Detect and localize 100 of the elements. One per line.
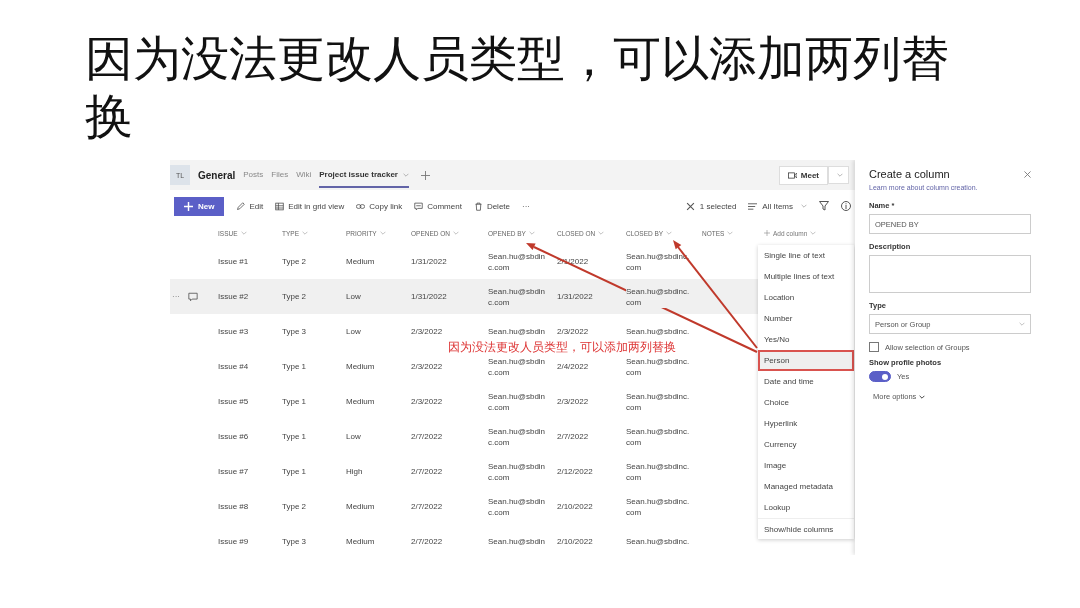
table-cell: Medium bbox=[346, 396, 375, 408]
table-cell: 2/7/2022 bbox=[411, 466, 443, 478]
annotation-text: 因为没法更改人员类型，可以添加两列替换 bbox=[448, 340, 676, 355]
table-cell-text: Sean.hu@sbdinc.com bbox=[626, 425, 691, 448]
chevron-icon bbox=[801, 204, 807, 209]
grid-icon bbox=[275, 201, 285, 211]
menu-item[interactable]: Location bbox=[758, 287, 854, 309]
menu-item[interactable]: Show/hide columns bbox=[758, 518, 854, 540]
table-cell: 2/3/2022 bbox=[411, 361, 443, 373]
table-cell-text: Sean.hu@sbdinc.com bbox=[626, 390, 691, 413]
menu-item[interactable]: Person bbox=[758, 350, 854, 372]
lines-icon bbox=[748, 201, 758, 211]
channel-tab[interactable]: Project issue tracker bbox=[319, 162, 409, 189]
menu-item[interactable]: Currency bbox=[758, 434, 854, 456]
table-cell-text: Sean.hu@sbdinc.com bbox=[626, 495, 691, 518]
info-icon[interactable] bbox=[841, 201, 851, 212]
table-cell: Type 2 bbox=[282, 256, 306, 268]
chevron-icon bbox=[837, 173, 843, 178]
menu-item[interactable]: Date and time bbox=[758, 371, 854, 393]
table-cell: Low bbox=[346, 326, 361, 338]
table-cell: Issue #7 bbox=[218, 466, 249, 478]
close-icon[interactable] bbox=[685, 201, 695, 211]
table-cell: Medium bbox=[346, 501, 375, 513]
comment-icon[interactable] bbox=[188, 291, 198, 302]
table-cell: 2/4/2022 bbox=[557, 361, 589, 373]
table-cell: 2/7/2022 bbox=[411, 536, 443, 548]
chevron-icon bbox=[240, 231, 247, 236]
chevron-icon bbox=[528, 231, 535, 236]
table-cell: Type 3 bbox=[282, 536, 306, 548]
selected-row[interactable]: ··· Issue #2 Type 2 Low 1/31/2022 Sean.hu@sbdinc.com 1/31/2022 Sean.hu@sbdinc.com bbox=[170, 279, 758, 315]
trash-icon bbox=[473, 201, 483, 211]
selected-count[interactable]: 1 selected bbox=[685, 201, 737, 211]
chevron-icon bbox=[727, 231, 734, 236]
menu-item[interactable]: Yes/No bbox=[758, 329, 854, 351]
more-actions-button[interactable]: ··· bbox=[522, 201, 530, 211]
link-icon bbox=[356, 201, 366, 211]
table-cell: Medium bbox=[346, 361, 375, 373]
table-cell: 2/10/2022 bbox=[557, 501, 593, 513]
description-field[interactable] bbox=[869, 255, 1031, 294]
table-cell: 2/12/2022 bbox=[557, 466, 593, 478]
table-cell: Issue #1 bbox=[218, 256, 249, 268]
chevron-icon bbox=[379, 231, 386, 236]
toolbar-button[interactable]: Copy link bbox=[356, 201, 403, 211]
plus-icon bbox=[764, 230, 770, 237]
table-cell: 2/3/2022 bbox=[557, 396, 589, 408]
menu-item[interactable]: Multiple lines of text bbox=[758, 266, 854, 288]
chevron-icon bbox=[810, 231, 817, 236]
menu-item[interactable]: Single line of text bbox=[758, 245, 854, 267]
table-cell-text: Sean.hu@sbdinc.com bbox=[488, 355, 547, 378]
view-selector[interactable]: All Items bbox=[748, 201, 807, 211]
filter-icon[interactable] bbox=[819, 201, 829, 212]
toolbar-button[interactable]: Edit in grid view bbox=[275, 201, 345, 211]
table-cell: Issue #9 bbox=[218, 536, 249, 548]
table-cell: Type 3 bbox=[282, 326, 306, 338]
chevron-icon bbox=[1019, 322, 1025, 327]
chevron-icon bbox=[453, 231, 459, 236]
table-cell-text: Sean.hu@sbdinc.com bbox=[626, 460, 691, 483]
table-cell: High bbox=[346, 466, 363, 478]
table-cell: Type 2 bbox=[282, 291, 306, 303]
menu-item[interactable]: Image bbox=[758, 455, 854, 477]
table-cell: 2/7/2022 bbox=[411, 501, 443, 513]
table-cell: 2/7/2022 bbox=[557, 431, 589, 443]
menu-item[interactable]: Hyperlink bbox=[758, 413, 854, 435]
table-cell: Type 2 bbox=[282, 501, 306, 513]
table-cell: 2/3/2022 bbox=[411, 396, 443, 408]
comment-icon bbox=[414, 201, 424, 211]
menu-item[interactable]: Lookup bbox=[758, 497, 854, 519]
table-cell-text: Sean.hu@sbdinc. bbox=[626, 326, 691, 338]
table-cell-text: Sean.hu@sbdin bbox=[488, 326, 547, 338]
toolbar-button[interactable]: Edit bbox=[236, 201, 264, 211]
chevron-icon bbox=[919, 394, 926, 399]
new-button[interactable]: New bbox=[174, 196, 225, 216]
table-cell: Medium bbox=[346, 536, 375, 548]
table-cell-text: Sean.hu@sbdinc. bbox=[626, 536, 691, 548]
meet-button[interactable]: Meet bbox=[778, 165, 828, 185]
table-cell-text: Sean.hu@sbdin bbox=[488, 536, 547, 548]
table-cell: Type 1 bbox=[282, 361, 306, 373]
menu-item[interactable]: Choice bbox=[758, 392, 854, 414]
menu-item[interactable]: Managed metadata bbox=[758, 476, 854, 498]
close-icon[interactable] bbox=[1024, 170, 1031, 178]
plus-icon bbox=[184, 201, 193, 211]
menu-item[interactable]: Number bbox=[758, 308, 854, 330]
table-cell-text: Sean.hu@sbdinc.com bbox=[488, 460, 547, 483]
toolbar-button[interactable]: Delete bbox=[473, 201, 510, 211]
channel-name: General bbox=[198, 169, 236, 181]
table-cell: Issue #4 bbox=[218, 361, 249, 373]
table-cell: Type 1 bbox=[282, 396, 306, 408]
chevron-icon bbox=[302, 231, 308, 236]
table-cell-text: Sean.hu@sbdinc.com bbox=[488, 390, 547, 413]
toggle-switch[interactable] bbox=[869, 371, 891, 383]
pencil-icon bbox=[236, 201, 246, 211]
table-cell-text: Sean.hu@sbdinc.com bbox=[626, 355, 691, 378]
toolbar-button[interactable]: Comment bbox=[414, 201, 462, 211]
slide-title: 因为没法更改人员类型，可以添加两列替换 bbox=[85, 30, 950, 146]
table-cell: Medium bbox=[346, 256, 375, 268]
checkbox[interactable] bbox=[869, 342, 879, 353]
table-cell: Type 1 bbox=[282, 466, 306, 478]
add-tab-icon[interactable] bbox=[421, 170, 430, 180]
chevron-icon bbox=[598, 231, 605, 236]
table-cell-text: Sean.hu@sbdinc.com bbox=[488, 250, 547, 273]
